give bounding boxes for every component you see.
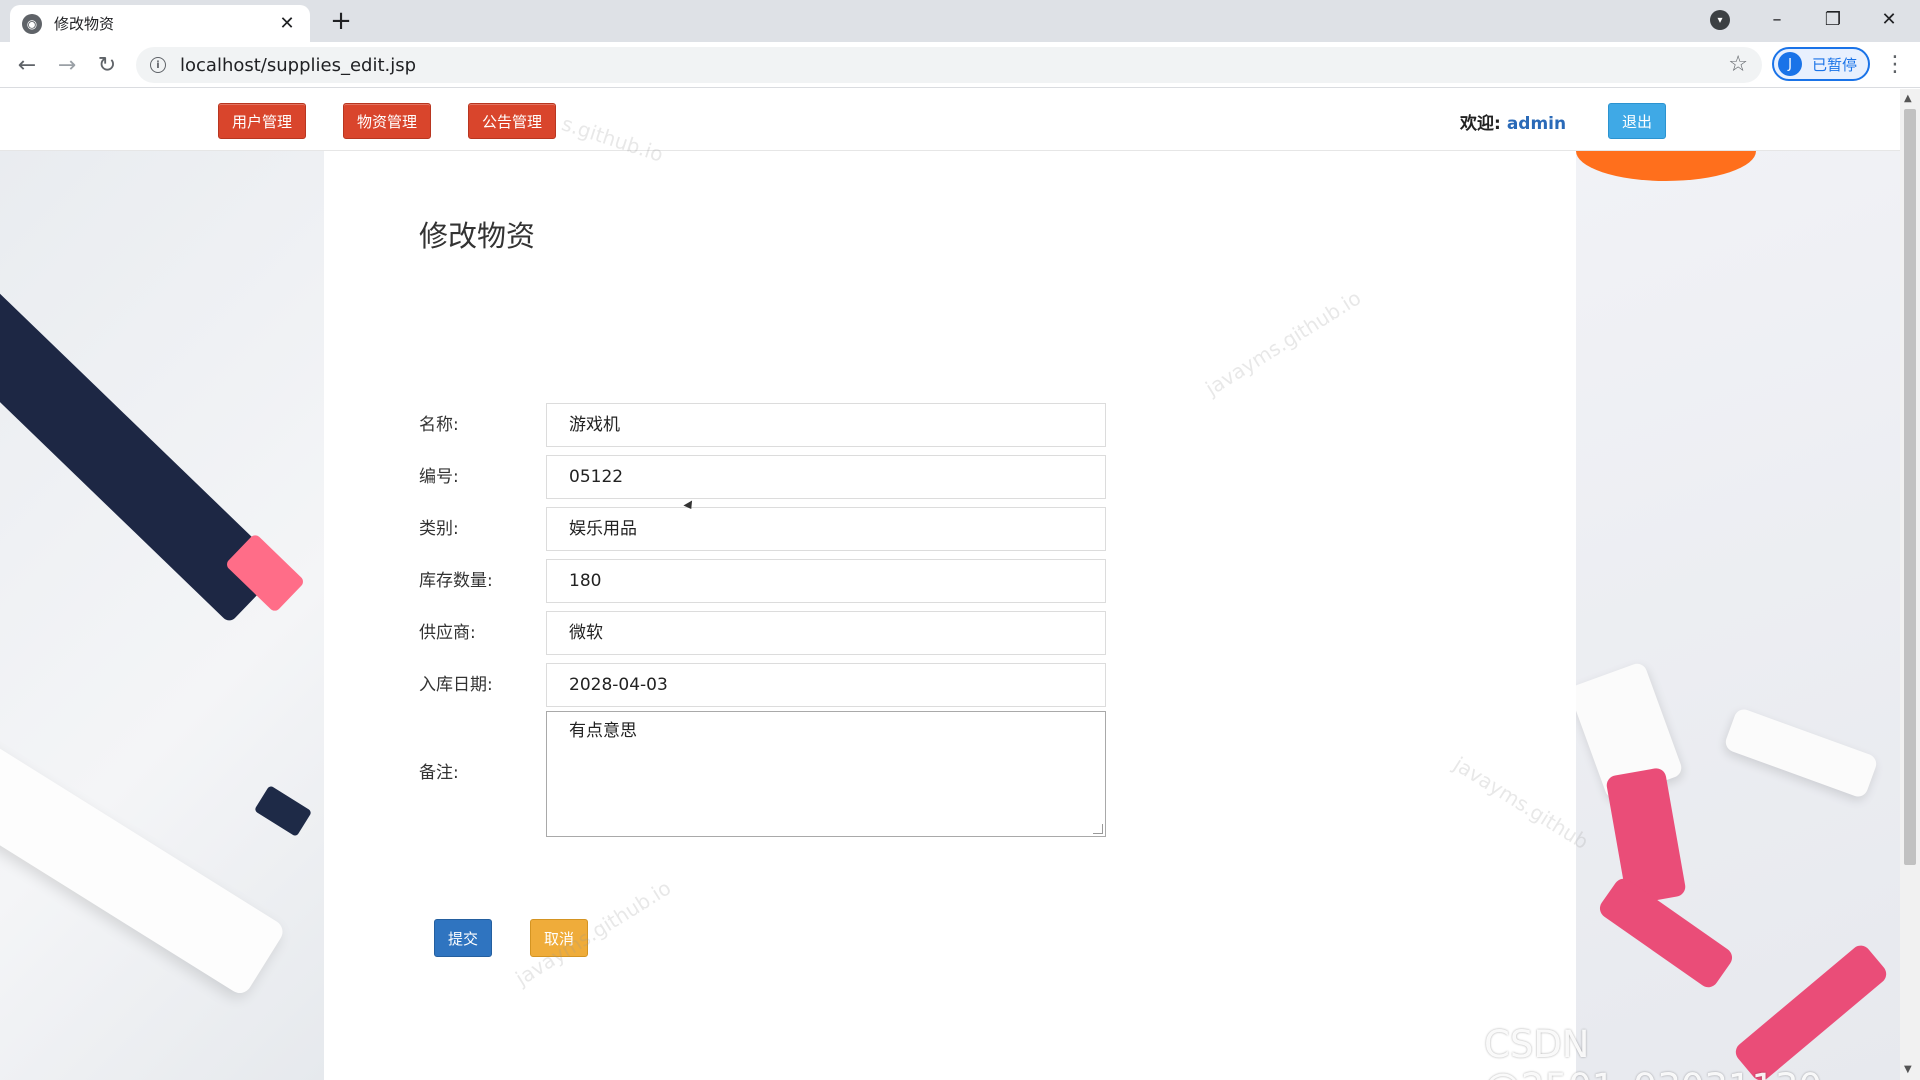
minimize-icon[interactable]: –	[1754, 0, 1800, 38]
date-input[interactable]: 2028-04-03	[546, 663, 1106, 707]
nav-supplies-management[interactable]: 物资管理	[343, 103, 431, 139]
new-tab-icon[interactable]: +	[326, 6, 356, 36]
media-control-icon[interactable]: ▾	[1710, 10, 1730, 30]
scroll-up-icon[interactable]: ▲	[1904, 93, 1912, 104]
form-row-supplier: 供应商: 微软	[419, 611, 1119, 655]
notes-text: 有点意思	[569, 721, 637, 741]
form-row-date: 入库日期: 2028-04-03	[419, 663, 1119, 707]
csdn-watermark: CSDN @2501_93031130	[1484, 1023, 1822, 1080]
tape-image	[1576, 151, 1756, 181]
form-row-stock: 库存数量: 180	[419, 559, 1119, 603]
welcome-message: 欢迎: admin	[1460, 109, 1566, 134]
form-row-name: 名称: 游戏机	[419, 403, 1119, 447]
edit-panel: 修改物资 名称: 游戏机 编号: 05122 类别: 娱乐用品 库存数量: 18…	[324, 151, 1593, 1080]
browser-toolbar: ← → ↻ i localhost/supplies_edit.jsp ☆ J …	[0, 42, 1920, 88]
form-row-category: 类别: 娱乐用品	[419, 507, 1119, 551]
site-info-icon[interactable]: i	[150, 57, 166, 73]
restore-icon[interactable]: ❐	[1810, 0, 1856, 38]
form-row-code: 编号: 05122	[419, 455, 1119, 499]
clothespin-image	[1722, 706, 1880, 800]
name-label: 名称:	[419, 415, 459, 435]
welcome-label: 欢迎:	[1460, 114, 1501, 134]
top-navigation: 用户管理 物资管理 公告管理 s.github.io 欢迎: admin 退出	[0, 89, 1900, 167]
watermark-text: javayms.github	[1449, 751, 1593, 855]
code-input[interactable]: 05122	[546, 455, 1106, 499]
bookmark-star-icon[interactable]: ☆	[1728, 52, 1748, 77]
white-pen-image	[0, 737, 288, 998]
globe-icon: ◉	[22, 13, 42, 34]
scroll-thumb[interactable]	[1904, 109, 1916, 865]
back-icon[interactable]: ←	[12, 50, 42, 80]
logout-button[interactable]: 退出	[1608, 103, 1666, 139]
forward-icon[interactable]: →	[52, 50, 82, 80]
profile-status: 已暂停	[1812, 55, 1858, 74]
white-pen-tip-image	[253, 785, 313, 837]
url-text[interactable]: localhost/supplies_edit.jsp	[180, 55, 416, 76]
address-bar[interactable]: i localhost/supplies_edit.jsp ☆	[136, 47, 1762, 83]
reload-icon[interactable]: ↻	[92, 50, 122, 80]
browser-tab[interactable]: ◉ 修改物资 ✕	[10, 5, 310, 42]
supplier-input[interactable]: 微软	[546, 611, 1106, 655]
page-title: 修改物资	[419, 219, 536, 253]
tab-close-icon[interactable]: ✕	[276, 13, 298, 34]
browser-menu-icon[interactable]: ⋮	[1880, 52, 1910, 77]
supplier-label: 供应商:	[419, 623, 476, 643]
tab-title: 修改物资	[54, 15, 115, 33]
code-label: 编号:	[419, 467, 459, 487]
avatar: J	[1778, 52, 1802, 76]
notes-label: 备注:	[419, 763, 459, 783]
browser-tabstrip: ◉ 修改物资 ✕ + ▾ – ❐ ✕	[0, 0, 1920, 42]
category-label: 类别:	[419, 519, 459, 539]
profile-button[interactable]: J 已暂停	[1772, 47, 1870, 81]
background-photo-right	[1576, 151, 1900, 1080]
stock-label: 库存数量:	[419, 571, 493, 591]
current-username: admin	[1506, 114, 1567, 134]
date-label: 入库日期:	[419, 675, 493, 695]
name-input[interactable]: 游戏机	[546, 403, 1106, 447]
resize-handle-icon[interactable]	[1093, 824, 1103, 834]
page-scrollbar[interactable]: ▲ ▼	[1900, 89, 1920, 1080]
nav-user-management[interactable]: 用户管理	[218, 103, 306, 139]
close-window-icon[interactable]: ✕	[1866, 0, 1912, 38]
watermark-text: javayms.github.io	[1201, 285, 1366, 401]
notes-textarea[interactable]: 有点意思	[546, 711, 1106, 837]
form-row-notes: 备注: 有点意思	[419, 711, 1119, 837]
category-input[interactable]: 娱乐用品	[546, 507, 1106, 551]
nav-notice-management[interactable]: 公告管理	[468, 103, 556, 139]
background-photo-left	[0, 151, 324, 1080]
page-viewport: 修改物资 名称: 游戏机 编号: 05122 类别: 娱乐用品 库存数量: 18…	[0, 89, 1900, 1080]
stock-input[interactable]: 180	[546, 559, 1106, 603]
submit-button[interactable]: 提交	[434, 919, 492, 957]
